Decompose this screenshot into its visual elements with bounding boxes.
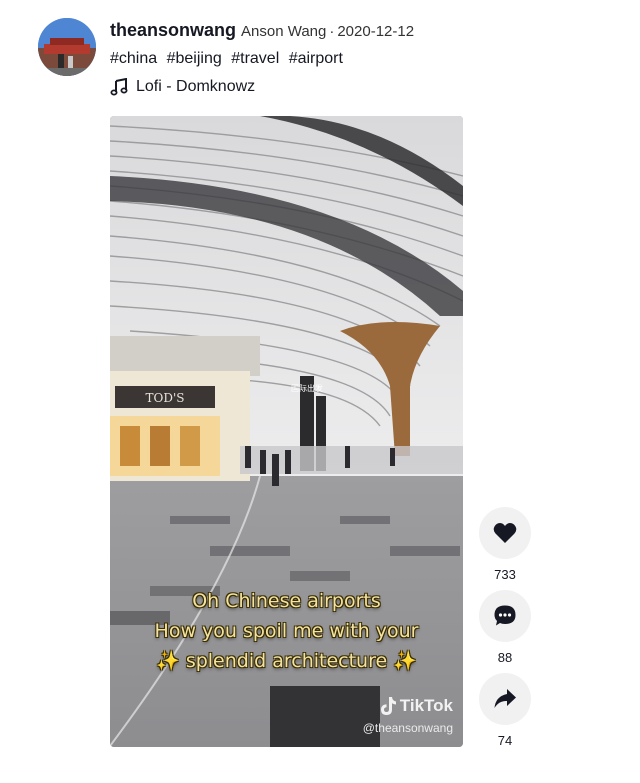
hashtag-link[interactable]: #airport — [289, 50, 343, 67]
share-count: 74 — [497, 733, 513, 748]
heart-icon — [493, 523, 517, 543]
caption-line-3: ✨ splendid architecture ✨ — [110, 646, 463, 676]
hashtag-link[interactable]: #travel — [231, 50, 279, 67]
comment-count: 88 — [497, 650, 513, 665]
video-caption: Oh Chinese airports How you spoil me wit… — [110, 586, 463, 676]
music-note-icon — [110, 78, 128, 96]
caption-line-1: Oh Chinese airports — [192, 590, 381, 612]
share-action: 74 — [479, 673, 531, 748]
sparkle-icon: ✨ — [156, 650, 180, 672]
comment-action: 88 — [479, 590, 531, 665]
tiktok-logo-icon — [380, 697, 396, 715]
music-title: Lofi - Domknowz — [136, 78, 256, 95]
share-button[interactable] — [479, 673, 531, 725]
like-button[interactable] — [479, 507, 531, 559]
comment-button[interactable] — [479, 590, 531, 642]
share-icon — [494, 689, 516, 708]
author-nickname: Anson Wang — [241, 23, 327, 40]
caption-line-3-text: splendid architecture — [185, 650, 388, 672]
music-link[interactable]: Lofi - Domknowz — [110, 78, 414, 96]
wayfinding-sign-text: 国际出发 — [291, 383, 323, 393]
avatar-image — [38, 18, 96, 76]
watermark-brand-text: TikTok — [399, 696, 453, 715]
hashtag-link[interactable]: #beijing — [167, 50, 222, 67]
tiktok-watermark: TikTok @theansonwang — [363, 696, 453, 735]
like-count: 733 — [494, 567, 516, 582]
separator-dot: · — [329, 23, 335, 40]
hashtag-link[interactable]: #china — [110, 50, 157, 67]
sparkle-icon: ✨ — [393, 650, 417, 672]
shop-sign-text: TOD'S — [146, 391, 185, 405]
post-date: 2020-12-12 — [337, 23, 415, 40]
video-player[interactable]: TOD'S 国际出发 Oh Chinese airports How you s… — [110, 116, 463, 747]
author-username[interactable]: theansonwang — [110, 20, 236, 41]
caption-line-2: How you spoil me with your — [154, 620, 419, 642]
watermark-handle: @theansonwang — [362, 721, 453, 735]
like-action: 733 — [479, 507, 531, 582]
comment-icon — [494, 605, 516, 626]
hashtag-list: #china #beijing #travel #airport — [110, 50, 414, 68]
video-author-header: theansonwang Anson Wang · 2020-12-12 #ch… — [110, 20, 414, 96]
watermark-brand: TikTok — [363, 696, 453, 716]
author-line: theansonwang Anson Wang · 2020-12-12 — [110, 20, 414, 41]
avatar[interactable] — [38, 18, 96, 76]
